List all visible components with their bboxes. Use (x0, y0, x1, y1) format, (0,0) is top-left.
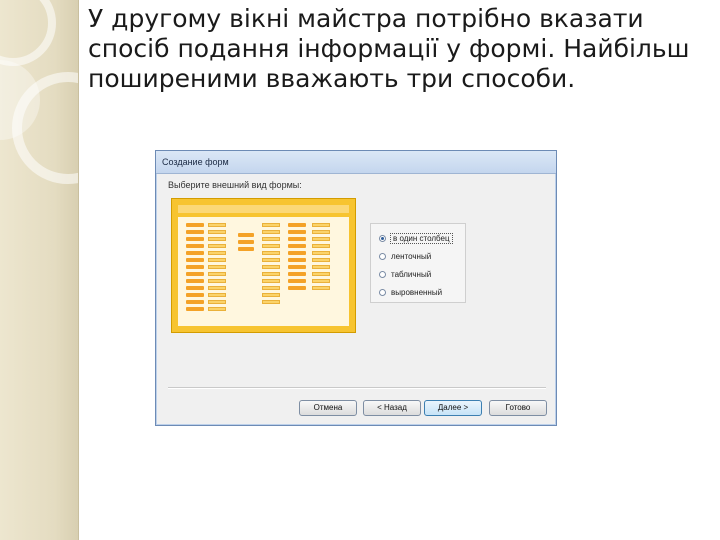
dialog-title: Создание форм (156, 151, 556, 174)
option-label: ленточный (391, 252, 432, 261)
cancel-button[interactable]: Отмена (299, 400, 357, 416)
dialog-prompt: Выберите внешний вид формы: (168, 180, 302, 190)
preview-field-column (262, 223, 280, 304)
preview-label-column (186, 223, 204, 311)
back-button[interactable]: < Назад (363, 400, 421, 416)
decorative-ring (0, 0, 56, 66)
preview-body (178, 217, 349, 326)
layout-preview-image (171, 198, 356, 333)
option-tabular-strip[interactable]: ленточный (379, 252, 431, 261)
radio-icon[interactable] (379, 289, 386, 296)
preview-field-column (312, 223, 330, 290)
preview-field-column (208, 223, 226, 311)
option-label: выровненный (391, 288, 443, 297)
form-wizard-dialog: Создание форм Выберите внешний вид формы… (155, 150, 557, 426)
radio-selected-icon[interactable] (379, 235, 386, 242)
layout-options-group: в один столбец ленточный табличный выров… (370, 223, 466, 303)
option-justified[interactable]: выровненный (379, 288, 442, 297)
preview-label-column (238, 233, 254, 251)
radio-icon[interactable] (379, 253, 386, 260)
preview-label-column (288, 223, 306, 290)
slide-text: У другому вікні майстра потрібно вказати… (88, 4, 690, 93)
option-datasheet[interactable]: табличный (379, 270, 431, 279)
preview-header-bar (178, 205, 349, 213)
option-columnar[interactable]: в один столбец (379, 233, 453, 244)
decorative-side-strip (0, 0, 79, 540)
radio-icon[interactable] (379, 271, 386, 278)
option-label: в один столбец (390, 233, 453, 244)
finish-button[interactable]: Готово (489, 400, 547, 416)
next-button[interactable]: Далее > (424, 400, 482, 416)
dialog-separator (168, 387, 546, 389)
option-label: табличный (391, 270, 432, 279)
